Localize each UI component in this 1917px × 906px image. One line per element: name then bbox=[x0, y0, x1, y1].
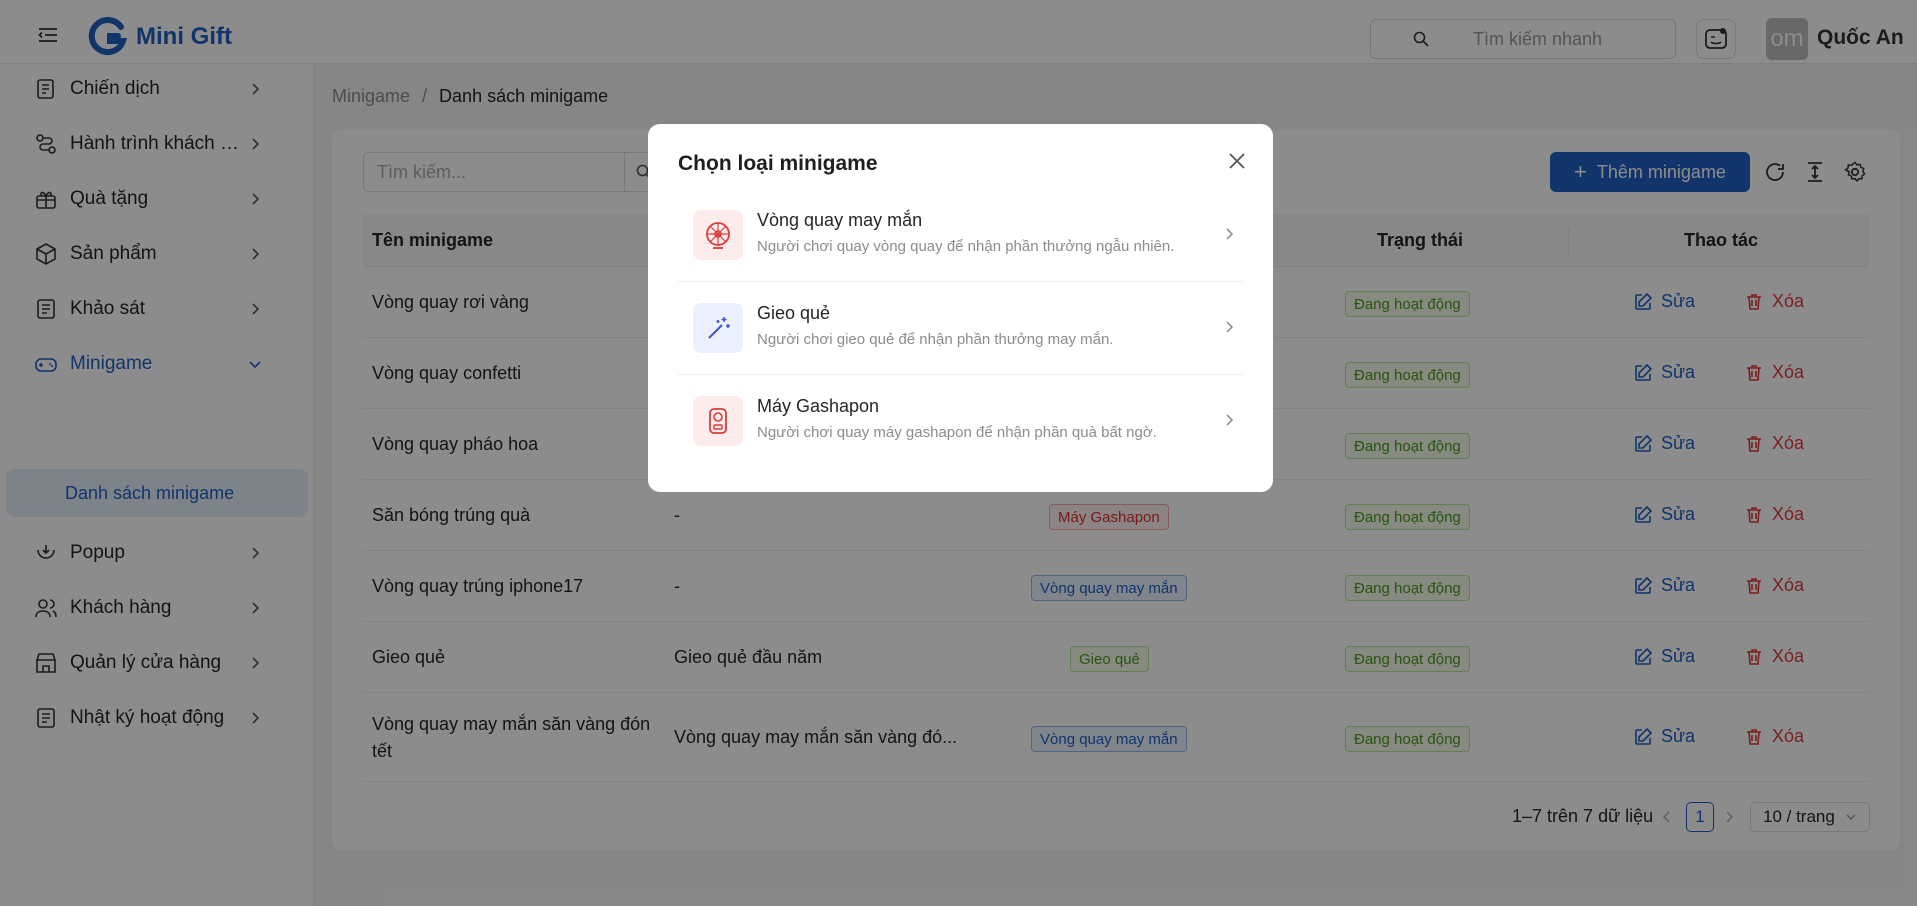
chevron-right-icon bbox=[1226, 228, 1234, 240]
option-description: Người chơi quay vòng quay để nhận phần t… bbox=[757, 238, 1175, 255]
magic-wand-icon bbox=[708, 317, 730, 339]
option-title: Gieo quẻ bbox=[757, 303, 831, 323]
option-icon-box bbox=[693, 396, 743, 446]
wheel-icon bbox=[706, 222, 730, 249]
select-minigame-type-modal: Chọn loại minigame Vòng quay may mắn Ngư… bbox=[648, 124, 1273, 492]
option-fortune-draw[interactable]: Gieo quẻ Người chơi gieo quẻ để nhận phầ… bbox=[678, 281, 1243, 374]
option-description: Người chơi quay máy gashapon để nhận phầ… bbox=[757, 424, 1157, 441]
chevron-right-icon bbox=[1226, 321, 1234, 333]
close-icon[interactable] bbox=[1226, 150, 1248, 172]
option-lucky-wheel[interactable]: Vòng quay may mắn Người chơi quay vòng q… bbox=[678, 188, 1243, 281]
option-title: Vòng quay may mắn bbox=[757, 210, 923, 230]
option-icon-box bbox=[693, 303, 743, 353]
option-title: Máy Gashapon bbox=[757, 396, 880, 416]
gashapon-icon bbox=[709, 408, 727, 434]
modal-title: Chọn loại minigame bbox=[678, 152, 878, 175]
option-gashapon[interactable]: Máy Gashapon Người chơi quay máy gashapo… bbox=[678, 374, 1243, 467]
option-description: Người chơi gieo quẻ để nhận phần thưởng … bbox=[757, 331, 1114, 348]
chevron-right-icon bbox=[1226, 414, 1234, 426]
option-icon-box bbox=[693, 210, 743, 260]
